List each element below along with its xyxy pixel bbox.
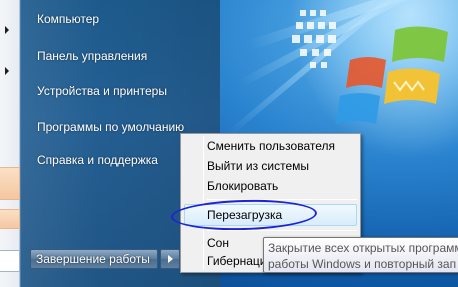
chevron-right-icon: [168, 255, 173, 263]
shutdown-button[interactable]: Завершение работы: [30, 249, 158, 269]
menu-item-devices-printers[interactable]: Устройства и принтеры: [37, 80, 167, 102]
menu-item-lock[interactable]: Блокировать: [207, 176, 278, 196]
menu-separator: [207, 230, 357, 231]
program-item[interactable]: [0, 167, 20, 200]
menu-item-log-off[interactable]: Выйти из системы: [207, 156, 309, 176]
search-input[interactable]: [0, 250, 20, 272]
tooltip-line: работы Windows и повторный зап: [268, 257, 457, 271]
chevron-right-icon: [5, 26, 9, 34]
menu-item-help-support[interactable]: Справка и поддержка: [37, 149, 158, 171]
menu-item-computer[interactable]: Компьютер: [37, 8, 99, 30]
start-menu-programs-column: [0, 0, 20, 287]
chevron-right-icon: [5, 67, 9, 75]
restart-tooltip: Закрытие всех открытых программ работы W…: [263, 237, 458, 273]
menu-item-default-programs[interactable]: Программы по умолчанию: [37, 116, 184, 138]
menu-item-control-panel[interactable]: Панель управления: [37, 45, 147, 67]
tooltip-line: Закрытие всех открытых программ: [268, 241, 458, 255]
menu-item-switch-user[interactable]: Сменить пользователя: [207, 136, 335, 156]
program-item[interactable]: [0, 209, 20, 229]
menu-item-sleep[interactable]: Сон: [207, 233, 229, 253]
shutdown-options-button[interactable]: [160, 249, 180, 269]
